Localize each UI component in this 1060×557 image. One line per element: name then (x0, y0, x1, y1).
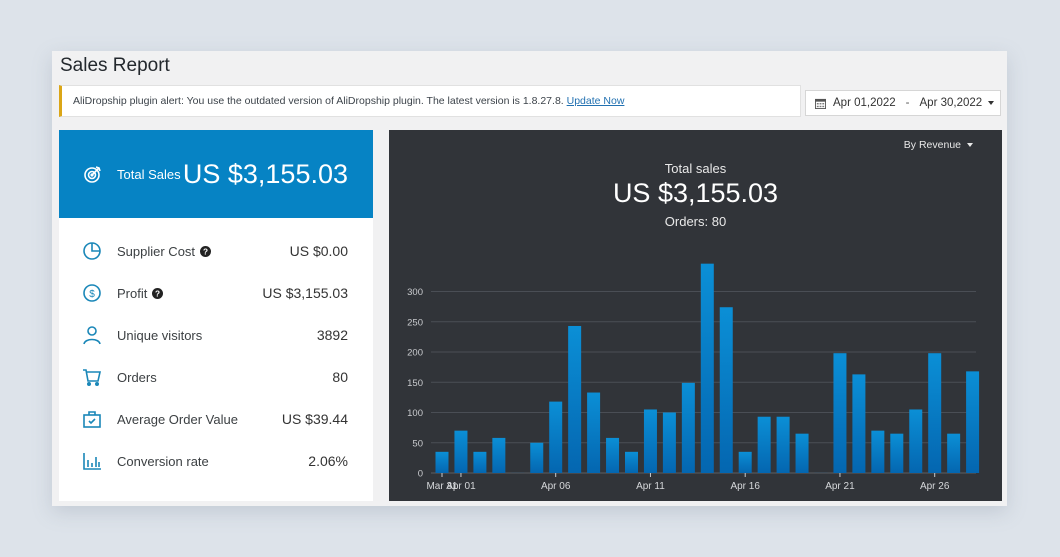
unique-visitors-value: 3892 (316, 327, 348, 343)
sales-chart-card: By Revenue Total sales US $3,155.03 Orde… (389, 130, 1002, 501)
average-order-value-row: Average Order Value US $39.44 (59, 398, 373, 440)
bar-apr-14[interactable] (700, 263, 714, 473)
bar-apr-06[interactable] (549, 401, 563, 473)
conversion-rate-row: Conversion rate 2.06% (59, 440, 373, 482)
date-to: Apr 30,2022 (919, 97, 983, 109)
bar-apr-09[interactable] (606, 437, 620, 473)
bar-apr-28[interactable] (966, 371, 980, 473)
summary-card: Total Sales US $3,155.03 Supplier Cost ?… (59, 130, 373, 501)
caret-down-icon (988, 101, 995, 105)
bar-apr-04[interactable] (511, 472, 525, 473)
bar-apr-10[interactable] (625, 451, 638, 473)
bar-apr-27[interactable] (947, 433, 961, 473)
y-tick-label: 0 (418, 469, 423, 480)
bar-apr-16[interactable] (738, 451, 752, 473)
profit-label: Profit (117, 285, 148, 301)
date-separator: - (905, 97, 910, 109)
total-sales-banner: Total Sales US $3,155.03 (59, 130, 373, 218)
bar-apr-20[interactable] (814, 472, 828, 473)
unique-visitors-row: Unique visitors 3892 (59, 314, 373, 356)
sales-report-panel: Sales Report AliDropship plugin alert: Y… (52, 51, 1007, 506)
x-tick-label: Apr 16 (730, 481, 760, 492)
bar-apr-13[interactable] (681, 382, 695, 473)
bar-apr-05[interactable] (530, 442, 544, 473)
bar-mar-31[interactable] (435, 451, 449, 473)
help-icon[interactable]: ? (200, 245, 212, 257)
orders-label: Orders (117, 369, 157, 385)
x-tick-label: Apr 01 (446, 481, 476, 492)
sales-bar-chart: 050100150200250300 Mar 31Apr 01 Apr 06 Apr… (407, 263, 980, 492)
bar-apr-23[interactable] (871, 430, 885, 473)
svg-text:?: ? (203, 247, 208, 256)
update-now-link[interactable]: Update Now (567, 95, 625, 107)
bar-apr-22[interactable] (852, 374, 866, 473)
bar-apr-07[interactable] (568, 325, 582, 473)
y-tick-label: 200 (407, 348, 423, 359)
plugin-alert-notice: AliDropship plugin alert: You use the ou… (59, 85, 801, 117)
y-tick-label: 50 (412, 438, 423, 449)
bar-apr-24[interactable] (890, 433, 904, 473)
x-tick-label: Apr 06 (541, 481, 571, 492)
total-sales-value: US $3,155.03 (182, 158, 348, 189)
target-icon (84, 166, 101, 183)
bar-chart-icon (83, 453, 101, 470)
average-order-value-label: Average Order Value (117, 411, 238, 427)
bar-apr-12[interactable] (662, 412, 676, 474)
page-title: Sales Report (60, 55, 170, 76)
profit-value: US $3,155.03 (262, 285, 348, 301)
dollar-circle-icon: $ (83, 284, 101, 302)
orders-value: 80 (332, 369, 348, 385)
bar-apr-03[interactable] (492, 437, 506, 473)
bar-apr-19[interactable] (795, 433, 809, 473)
orders-row: Orders 80 (59, 356, 373, 398)
bar-apr-08[interactable] (587, 392, 601, 473)
profit-row: $ Profit ? US $3,155.03 (59, 272, 373, 314)
alert-text: AliDropship plugin alert: You use the ou… (73, 95, 564, 107)
date-range-picker[interactable]: Apr 01,2022 - Apr 30,2022 (805, 90, 1001, 116)
unique-visitors-label: Unique visitors (117, 327, 203, 343)
svg-text:?: ? (155, 289, 160, 298)
x-tick-label: Apr 11 (636, 481, 665, 492)
calendar-icon (815, 98, 826, 109)
bar-apr-11[interactable] (643, 409, 657, 473)
bar-apr-21[interactable] (833, 353, 847, 473)
help-icon[interactable]: ? (152, 287, 164, 299)
conversion-rate-label: Conversion rate (117, 453, 209, 469)
svg-text:$: $ (89, 289, 95, 300)
pie-chart-icon (83, 242, 101, 260)
y-tick-label: 100 (407, 408, 423, 419)
bar-apr-02[interactable] (473, 451, 487, 473)
bar-apr-15[interactable] (719, 307, 733, 473)
bar-apr-01[interactable] (454, 430, 468, 473)
supplier-cost-row: Supplier Cost ? US $0.00 (59, 230, 373, 272)
y-tick-label: 250 (407, 317, 423, 328)
total-sales-label: Total Sales (117, 166, 181, 182)
supplier-cost-label: Supplier Cost (117, 243, 196, 259)
average-order-value-value: US $39.44 (281, 411, 348, 427)
shopping-bag-icon (83, 411, 101, 428)
date-from: Apr 01,2022 (833, 97, 896, 109)
y-tick-label: 150 (407, 378, 423, 389)
supplier-cost-value: US $0.00 (289, 243, 348, 259)
user-icon (83, 326, 101, 345)
y-tick-label: 300 (407, 287, 423, 298)
bar-apr-25[interactable] (909, 409, 923, 473)
bar-apr-17[interactable] (757, 416, 771, 473)
bar-apr-18[interactable] (776, 416, 790, 473)
bar-apr-26[interactable] (928, 353, 942, 473)
cart-icon (83, 369, 101, 387)
x-tick-label: Apr 26 (920, 481, 950, 492)
conversion-rate-value: 2.06% (308, 453, 348, 469)
x-tick-label: Apr 21 (825, 481, 855, 492)
